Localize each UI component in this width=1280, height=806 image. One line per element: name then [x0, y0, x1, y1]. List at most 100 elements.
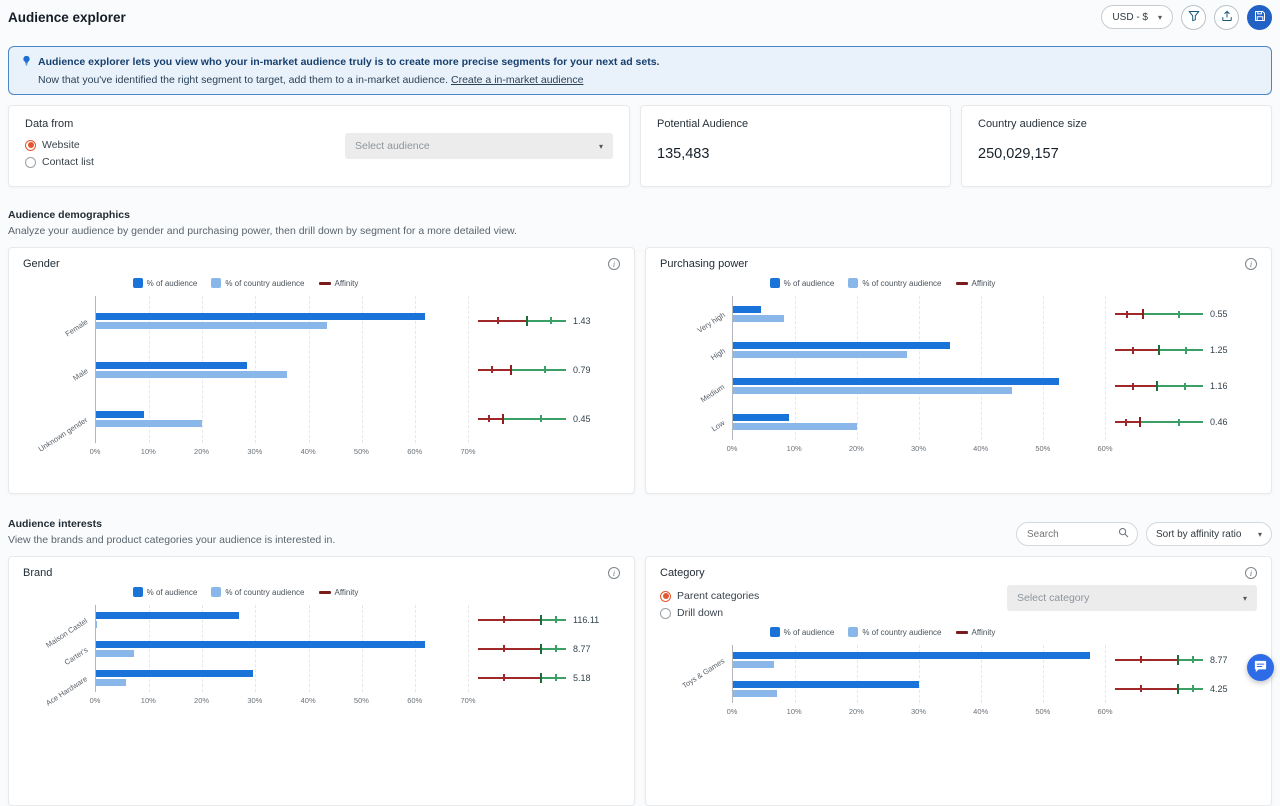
legend-label: % of country audience	[862, 628, 941, 637]
brand-card-head: Brand i	[23, 567, 620, 579]
affinity-indicator	[1115, 683, 1203, 695]
legend-label: % of audience	[147, 279, 198, 288]
category-select[interactable]: Select category ▾	[1007, 585, 1257, 611]
chat-fab-button[interactable]	[1247, 654, 1274, 681]
legend-label: % of audience	[784, 628, 835, 637]
interests-section-head: Audience interests View the brands and p…	[8, 518, 1272, 546]
bar-pct-audience	[96, 670, 253, 677]
save-button[interactable]	[1247, 5, 1272, 30]
plot-area: Very highHighMediumLow	[732, 296, 1105, 440]
info-icon[interactable]: i	[1245, 258, 1257, 270]
radio-website[interactable]: Website	[25, 139, 94, 151]
affinity-value: 8.77	[1210, 655, 1228, 665]
bar-pct-country	[733, 423, 857, 430]
bar-group: Maison Castel	[96, 605, 468, 634]
chart-legend: % of audience% of country audienceAffini…	[23, 585, 468, 599]
x-tick-label: 60%	[407, 696, 422, 705]
brand-chart: % of audience% of country audienceAffini…	[23, 583, 620, 708]
audience-swatch	[770, 627, 780, 637]
legend-label: Affinity	[972, 628, 996, 637]
affinity-marker	[1142, 309, 1144, 319]
x-tick-label: 70%	[460, 447, 475, 456]
info-icon[interactable]: i	[1245, 567, 1257, 579]
filter-icon	[1188, 10, 1200, 25]
affinity-indicator	[1115, 344, 1203, 356]
bar-pct-audience	[733, 652, 1090, 659]
banner-subtext: Now that you've identified the right seg…	[21, 74, 1259, 86]
audience-select[interactable]: Select audience ▾	[345, 133, 613, 159]
bar-pct-audience	[733, 414, 789, 421]
sort-dropdown[interactable]: Sort by affinity ratio ▾	[1146, 522, 1272, 546]
affinity-marker	[526, 316, 528, 326]
affinity-value: 5.18	[573, 673, 591, 683]
country-audience-card: Country audience size 250,029,157	[961, 105, 1272, 187]
radio-website-label: Website	[42, 139, 80, 151]
purchasing-power-card-head: Purchasing power i	[660, 258, 1257, 270]
create-audience-link[interactable]: Create a in-market audience	[451, 74, 584, 86]
country-swatch	[848, 278, 858, 288]
radio-drill-down[interactable]: Drill down	[660, 607, 759, 619]
radio-parent-categories[interactable]: Parent categories	[660, 590, 759, 602]
affinity-value: 8.77	[573, 644, 591, 654]
info-icon[interactable]: i	[608, 567, 620, 579]
gender-chart-card: Gender i % of audience % of country audie…	[8, 247, 635, 494]
filter-button[interactable]	[1181, 5, 1206, 30]
bar-pct-audience	[96, 641, 425, 648]
banner-headline-text: Audience explorer lets you view who your…	[38, 56, 659, 68]
affinity-marker	[540, 615, 542, 625]
legend-item: Affinity	[956, 279, 996, 288]
affinity-row: 0.55	[1115, 296, 1257, 332]
x-tick-label: 10%	[141, 447, 156, 456]
radio-dot	[660, 608, 671, 619]
currency-selector[interactable]: USD - $ ▾	[1101, 5, 1173, 29]
search-icon	[1118, 525, 1129, 543]
x-tick-label: 70%	[460, 696, 475, 705]
category-label: Toys & Games	[681, 656, 727, 690]
affinity-value: 1.16	[1210, 381, 1228, 391]
chat-icon	[1253, 659, 1268, 677]
category-label: High	[709, 346, 727, 362]
legend-label: % of audience	[784, 279, 835, 288]
affinity-marker	[540, 644, 542, 654]
x-tick-label: 20%	[849, 444, 864, 453]
info-icon[interactable]: i	[608, 258, 620, 270]
gender-card-head: Gender i	[23, 258, 620, 270]
export-button[interactable]	[1214, 5, 1239, 30]
category-chart-card: Category i Parent categories Drill down …	[645, 556, 1272, 806]
legend-item: % of country audience	[211, 278, 304, 288]
save-icon	[1254, 10, 1266, 25]
bar-pct-country	[96, 679, 126, 686]
affinity-value: 1.43	[573, 316, 591, 326]
category-label: Female	[64, 317, 90, 338]
bar-group: Medium	[733, 368, 1105, 404]
affinity-indicator	[1115, 380, 1203, 392]
audience-explorer-page: Audience explorer USD - $ ▾ Audience exp…	[0, 0, 1280, 806]
purchasing-power-chart-card: Purchasing power i % of audience% of cou…	[645, 247, 1272, 494]
x-tick-label: 30%	[247, 447, 262, 456]
affinity-indicator	[478, 364, 566, 376]
data-from-card: Data from Website Contact list Select au…	[8, 105, 630, 187]
chevron-down-icon: ▾	[1243, 594, 1247, 603]
bar-group: Female	[96, 296, 468, 345]
legend-item: % of audience	[770, 627, 835, 637]
search-input[interactable]	[1025, 528, 1109, 541]
chart-body: % of audience% of country audienceAffini…	[23, 583, 620, 708]
x-tick-label: 0%	[90, 696, 101, 705]
affinity-indicator	[1115, 416, 1203, 428]
banner-headline: Audience explorer lets you view who your…	[21, 55, 1259, 69]
x-tick-label: 60%	[1097, 444, 1112, 453]
x-tick-label: 20%	[194, 696, 209, 705]
legend-item: Affinity	[319, 588, 359, 597]
affinity-indicator	[478, 315, 566, 327]
affinity-marker	[1177, 655, 1179, 665]
affinity-marker	[1139, 417, 1141, 427]
bar-pct-country	[96, 322, 327, 329]
affinity-row: 0.79	[478, 345, 620, 394]
legend-item: % of audience	[770, 278, 835, 288]
radio-contact-list[interactable]: Contact list	[25, 156, 94, 168]
bar-pct-country	[733, 387, 1012, 394]
plot-area: Toys & Games	[732, 645, 1105, 703]
affinity-value: 0.79	[573, 365, 591, 375]
chevron-down-icon: ▾	[599, 142, 603, 151]
x-tick-label: 60%	[407, 447, 422, 456]
